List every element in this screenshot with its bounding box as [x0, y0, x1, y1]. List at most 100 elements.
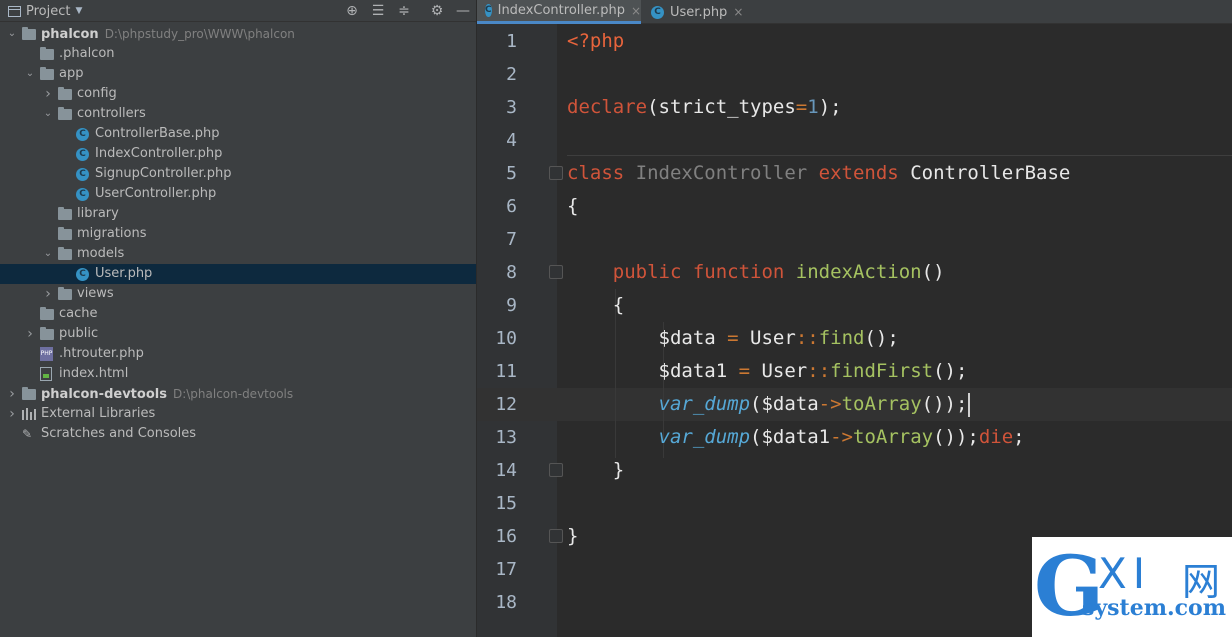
folder-icon: [58, 247, 72, 260]
code-line[interactable]: <?php: [567, 25, 624, 58]
tree-item-label: SignupController.php: [95, 166, 232, 181]
tree-item-label-wrap: External Libraries: [41, 404, 155, 424]
code-token: ($data1: [750, 426, 831, 448]
code-line[interactable]: {: [567, 190, 578, 223]
code-token: ControllerBase: [910, 162, 1071, 184]
tree-item-label-wrap: cache: [59, 304, 98, 324]
chevron-right-icon[interactable]: ›: [6, 384, 18, 404]
tree-item[interactable]: library: [0, 204, 476, 224]
tree-item[interactable]: C IndexController.php: [0, 144, 476, 164]
chevron-down-icon[interactable]: ⌄: [24, 64, 36, 84]
tree-item[interactable]: migrations: [0, 224, 476, 244]
code-line[interactable]: }: [567, 520, 578, 553]
line-number: 8: [506, 262, 517, 283]
code-token: (strict_types: [647, 96, 796, 118]
tree-item[interactable]: C User.php: [0, 264, 476, 284]
code-token: <?php: [567, 30, 625, 52]
html-file-icon: [40, 367, 52, 381]
tree-item[interactable]: PHP .htrouter.php: [0, 344, 476, 364]
tree-item[interactable]: .phalcon: [0, 44, 476, 64]
chevron-right-icon[interactable]: ›: [42, 284, 54, 304]
tree-item-label: Scratches and Consoles: [41, 426, 197, 441]
tree-item[interactable]: ✎ Scratches and Consoles: [0, 424, 476, 444]
method-separator: [567, 155, 1232, 156]
expand-all-icon[interactable]: ☰: [369, 2, 387, 20]
code-token: }: [612, 459, 625, 481]
chevron-down-icon[interactable]: ⌄: [42, 244, 54, 264]
tree-item-label: IndexController.php: [95, 146, 223, 161]
watermark-xi: XI: [1098, 549, 1152, 598]
locate-icon[interactable]: ⊕: [343, 2, 361, 20]
code-token: =: [727, 327, 751, 349]
code-line[interactable]: }: [567, 454, 624, 487]
tree-item[interactable]: › views: [0, 284, 476, 304]
code-line[interactable]: {: [567, 289, 624, 322]
tree-item[interactable]: C UserController.php: [0, 184, 476, 204]
code-token: IndexController: [635, 162, 819, 184]
tree-item[interactable]: › phalcon-devtools D:\phalcon-devtools: [0, 384, 476, 404]
chevron-right-icon[interactable]: ›: [6, 404, 18, 424]
tree-item-label-wrap: config: [77, 84, 117, 104]
tree-item-label: controllers: [77, 106, 146, 121]
tree-item-label-wrap: migrations: [77, 224, 147, 244]
code-line[interactable]: $data1 = User::findFirst();: [567, 355, 968, 388]
close-icon[interactable]: ×: [631, 4, 641, 18]
tree-item[interactable]: ⌄ controllers: [0, 104, 476, 124]
tree-item[interactable]: › External Libraries: [0, 404, 476, 424]
chevron-right-icon[interactable]: ›: [42, 84, 54, 104]
code-line[interactable]: declare(strict_types=1);: [567, 91, 842, 124]
line-number: 13: [495, 427, 517, 448]
tree-item-label-wrap: .phalcon: [59, 44, 115, 64]
chevron-down-icon[interactable]: ⌄: [42, 104, 54, 124]
tree-item[interactable]: C SignupController.php: [0, 164, 476, 184]
line-number: 12: [495, 394, 517, 415]
line-number: 3: [506, 97, 517, 118]
tree-item[interactable]: ⌄ phalcon D:\phpstudy_pro\WWW\phalcon: [0, 24, 476, 44]
tree-item[interactable]: ⌄ models: [0, 244, 476, 264]
folder-icon: [58, 107, 72, 120]
code-line[interactable]: var_dump($data1->toArray());die;: [567, 421, 1025, 454]
tree-item[interactable]: C ControllerBase.php: [0, 124, 476, 144]
code-line[interactable]: class IndexController extends Controller…: [567, 157, 1070, 190]
tree-item-label-wrap: views: [77, 284, 114, 304]
php-class-icon: C: [76, 268, 89, 281]
close-icon[interactable]: ×: [733, 5, 743, 19]
watermark-g: G: [1034, 539, 1105, 635]
line-number: 16: [495, 526, 517, 547]
tree-item-label-wrap: User.php: [95, 264, 152, 284]
chevron-down-icon[interactable]: ⌄: [6, 24, 18, 44]
code-token: ($data: [750, 393, 819, 415]
tree-item-label: UserController.php: [95, 186, 217, 201]
chevron-down-icon: ▼: [75, 6, 83, 16]
code-token: =: [738, 360, 762, 382]
tree-item-label-wrap: app: [59, 64, 83, 84]
tab-indexcontroller[interactable]: C IndexController.php ×: [477, 0, 641, 24]
folder-icon: [40, 327, 54, 340]
folder-icon: [58, 207, 72, 220]
libraries-icon: [22, 408, 36, 420]
php-class-icon: C: [76, 148, 89, 161]
code-token: =: [795, 96, 808, 118]
tab-user[interactable]: C User.php ×: [643, 0, 747, 24]
folder-icon: [58, 87, 72, 100]
chevron-right-icon[interactable]: ›: [24, 324, 36, 344]
tree-item[interactable]: index.html: [0, 364, 476, 384]
tree-item-label-wrap: ControllerBase.php: [95, 124, 219, 144]
project-panel-header: Project ▼ ⊕ ☰ ≑ ⚙ —: [0, 0, 476, 22]
tree-item[interactable]: › public: [0, 324, 476, 344]
project-view-selector[interactable]: Project ▼: [8, 3, 82, 19]
tree-item[interactable]: cache: [0, 304, 476, 324]
tree-item[interactable]: › config: [0, 84, 476, 104]
tree-item[interactable]: ⌄ app: [0, 64, 476, 84]
minimize-icon[interactable]: —: [454, 2, 472, 20]
tree-item-label: app: [59, 66, 84, 81]
tree-item-label: cache: [59, 306, 98, 321]
code-line[interactable]: $data = User::find();: [567, 322, 899, 355]
tree-item-label: .phalcon: [59, 46, 115, 61]
code-token: ;: [1013, 426, 1025, 448]
code-token: );: [818, 96, 842, 118]
collapse-all-icon[interactable]: ≑: [395, 2, 413, 20]
code-line[interactable]: public function indexAction(): [567, 256, 945, 289]
gear-icon[interactable]: ⚙: [428, 2, 446, 20]
code-line[interactable]: var_dump($data->toArray());: [567, 388, 971, 421]
